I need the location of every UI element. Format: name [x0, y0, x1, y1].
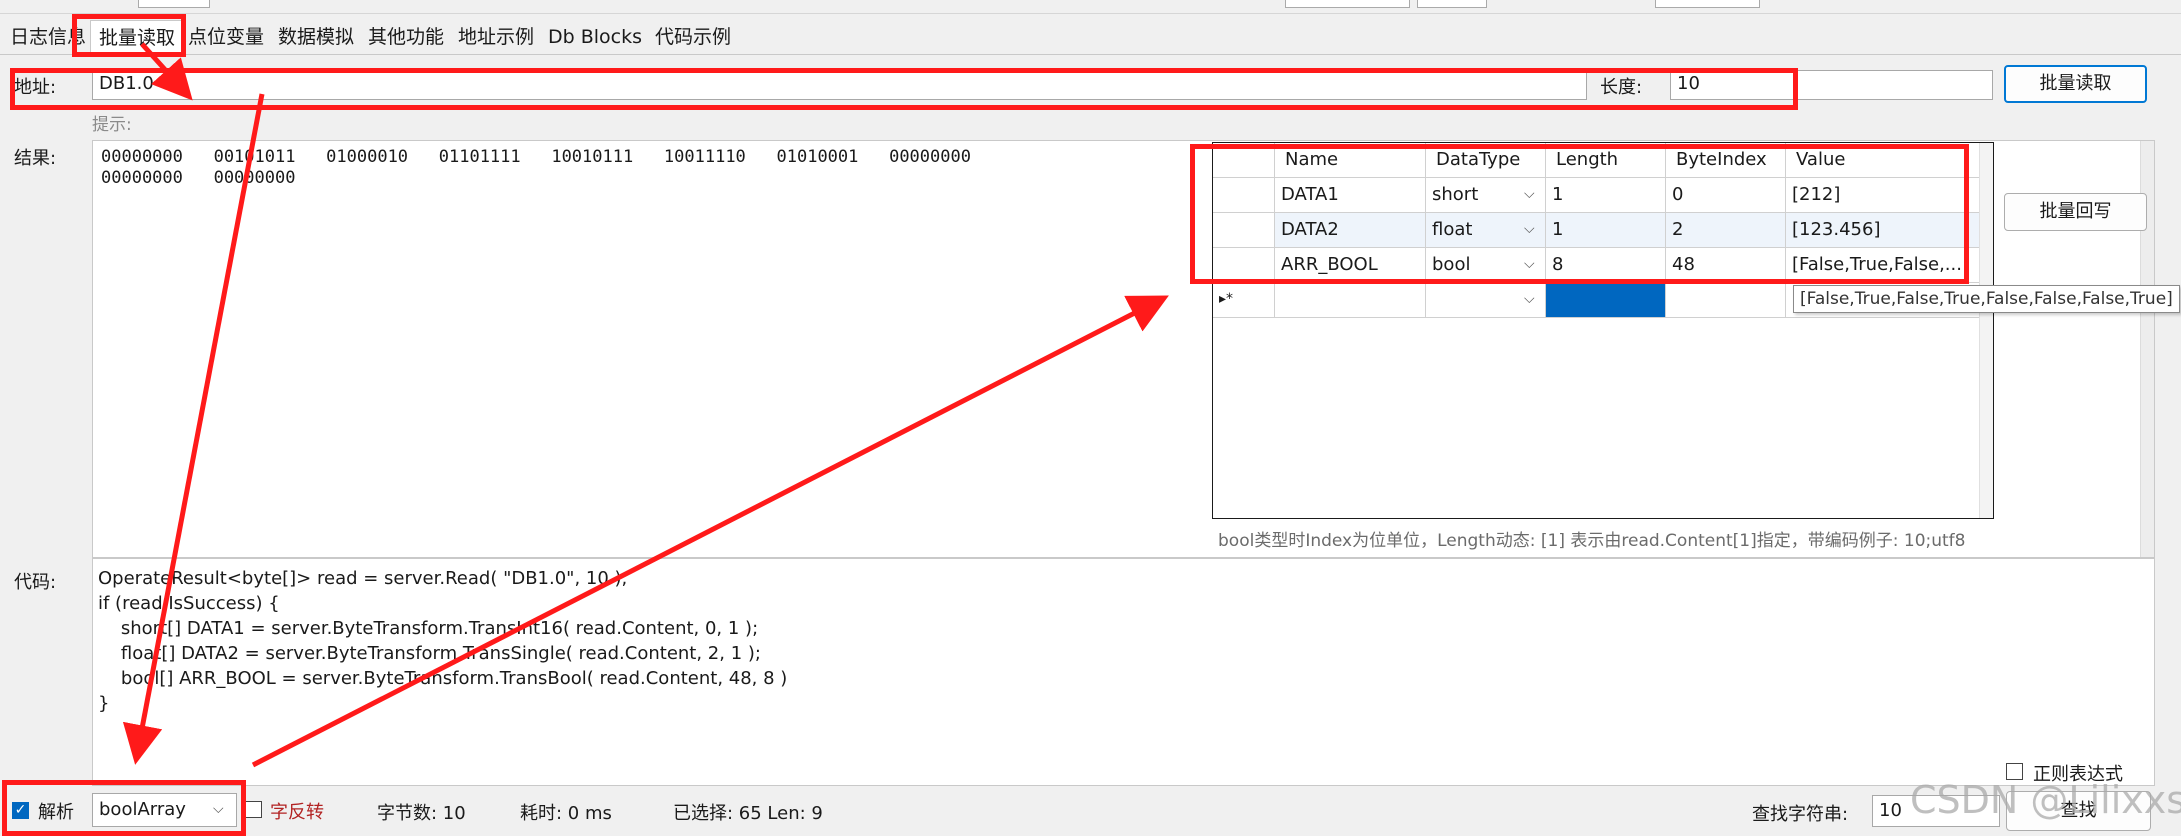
arrow-tab-to-address	[140, 42, 193, 101]
arrow-address-to-parse	[122, 93, 265, 765]
annotation-arrows	[122, 42, 1169, 768]
arrow-parse-to-grid	[251, 295, 1169, 768]
